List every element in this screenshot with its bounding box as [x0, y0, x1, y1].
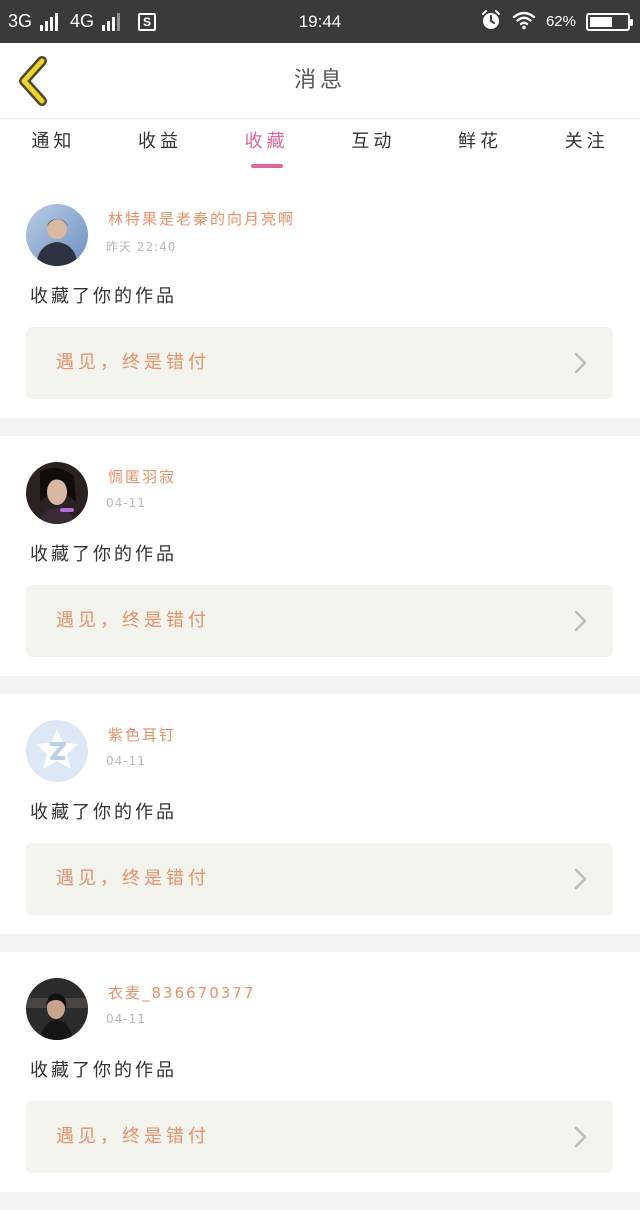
work-title: 遇见，终是错付 — [56, 868, 210, 889]
timestamp: 04-11 — [106, 1012, 146, 1026]
work-link[interactable]: 遇见，终是错付 — [26, 843, 613, 915]
work-link[interactable]: 遇见，终是错付 — [26, 1101, 613, 1173]
tab-favorites[interactable]: 收藏 — [213, 120, 320, 172]
tab-flowers[interactable]: 鲜花 — [427, 120, 534, 172]
tab-earnings[interactable]: 收益 — [107, 120, 214, 172]
action-text: 收藏了你的作品 — [30, 802, 177, 823]
divider — [0, 418, 640, 436]
divider — [0, 676, 640, 694]
tab-follows[interactable]: 关注 — [533, 120, 640, 172]
page-title: 消息 — [293, 68, 346, 93]
list-item: 紫色耳钉 04-11 收藏了你的作品 遇见，终是错付 — [0, 694, 640, 934]
avatar[interactable] — [26, 720, 88, 782]
timestamp: 04-11 — [106, 754, 146, 768]
battery-percentage: 62% — [545, 13, 576, 30]
work-title: 遇见，终是错付 — [56, 1126, 210, 1147]
tab-label: 收益 — [138, 131, 182, 152]
username[interactable]: 林特果是老秦的向月亮啊 — [108, 208, 295, 229]
list-item: 惆匿羽寂 04-11 收藏了你的作品 遇见，终是错付 — [0, 436, 640, 676]
username[interactable]: 衣麦_836670377 — [108, 982, 255, 1003]
divider — [0, 1192, 640, 1210]
chevron-left-icon — [19, 56, 47, 106]
tab-label: 收藏 — [244, 131, 289, 152]
tab-notifications[interactable]: 通知 — [0, 120, 107, 172]
tab-bar: 通知 收益 收藏 互动 鲜花 关注 — [0, 120, 640, 172]
avatar[interactable] — [26, 462, 88, 524]
active-tab-indicator — [250, 164, 283, 168]
alarm-icon — [480, 9, 502, 35]
tab-label: 关注 — [564, 131, 609, 152]
timestamp: 04-11 — [106, 496, 146, 510]
username[interactable]: 紫色耳钉 — [108, 724, 176, 745]
tab-label: 通知 — [31, 131, 76, 152]
tab-interactions[interactable]: 互动 — [320, 120, 427, 172]
timestamp: 昨天 22:40 — [106, 240, 177, 254]
chevron-right-icon — [574, 610, 587, 632]
battery-icon — [586, 12, 633, 31]
tab-label: 鲜花 — [458, 131, 503, 152]
wifi-icon — [512, 10, 536, 34]
username[interactable]: 惆匿羽寂 — [108, 466, 176, 487]
chevron-right-icon — [574, 1126, 587, 1148]
list-item: 林特果是老秦的向月亮啊 昨天 22:40 收藏了你的作品 遇见，终是错付 — [0, 178, 640, 418]
avatar[interactable] — [26, 978, 88, 1040]
header: 消息 — [0, 43, 640, 119]
action-text: 收藏了你的作品 — [30, 544, 177, 565]
action-text: 收藏了你的作品 — [30, 286, 177, 307]
work-link[interactable]: 遇见，终是错付 — [26, 585, 613, 657]
work-link[interactable]: 遇见，终是错付 — [26, 327, 613, 399]
status-bar-right: 62% — [480, 0, 633, 43]
chevron-right-icon — [574, 868, 587, 890]
chevron-right-icon — [574, 352, 587, 374]
work-title: 遇见，终是错付 — [56, 610, 210, 631]
divider — [0, 934, 640, 952]
work-title: 遇见，终是错付 — [56, 352, 210, 373]
back-button[interactable] — [12, 55, 62, 107]
status-bar: 3G 4G S 19:44 62% — [0, 0, 640, 43]
tab-label: 互动 — [351, 131, 396, 152]
list-item: 衣麦_836670377 04-11 收藏了你的作品 遇见，终是错付 — [0, 952, 640, 1192]
action-text: 收藏了你的作品 — [30, 1060, 177, 1081]
avatar[interactable] — [26, 204, 88, 266]
